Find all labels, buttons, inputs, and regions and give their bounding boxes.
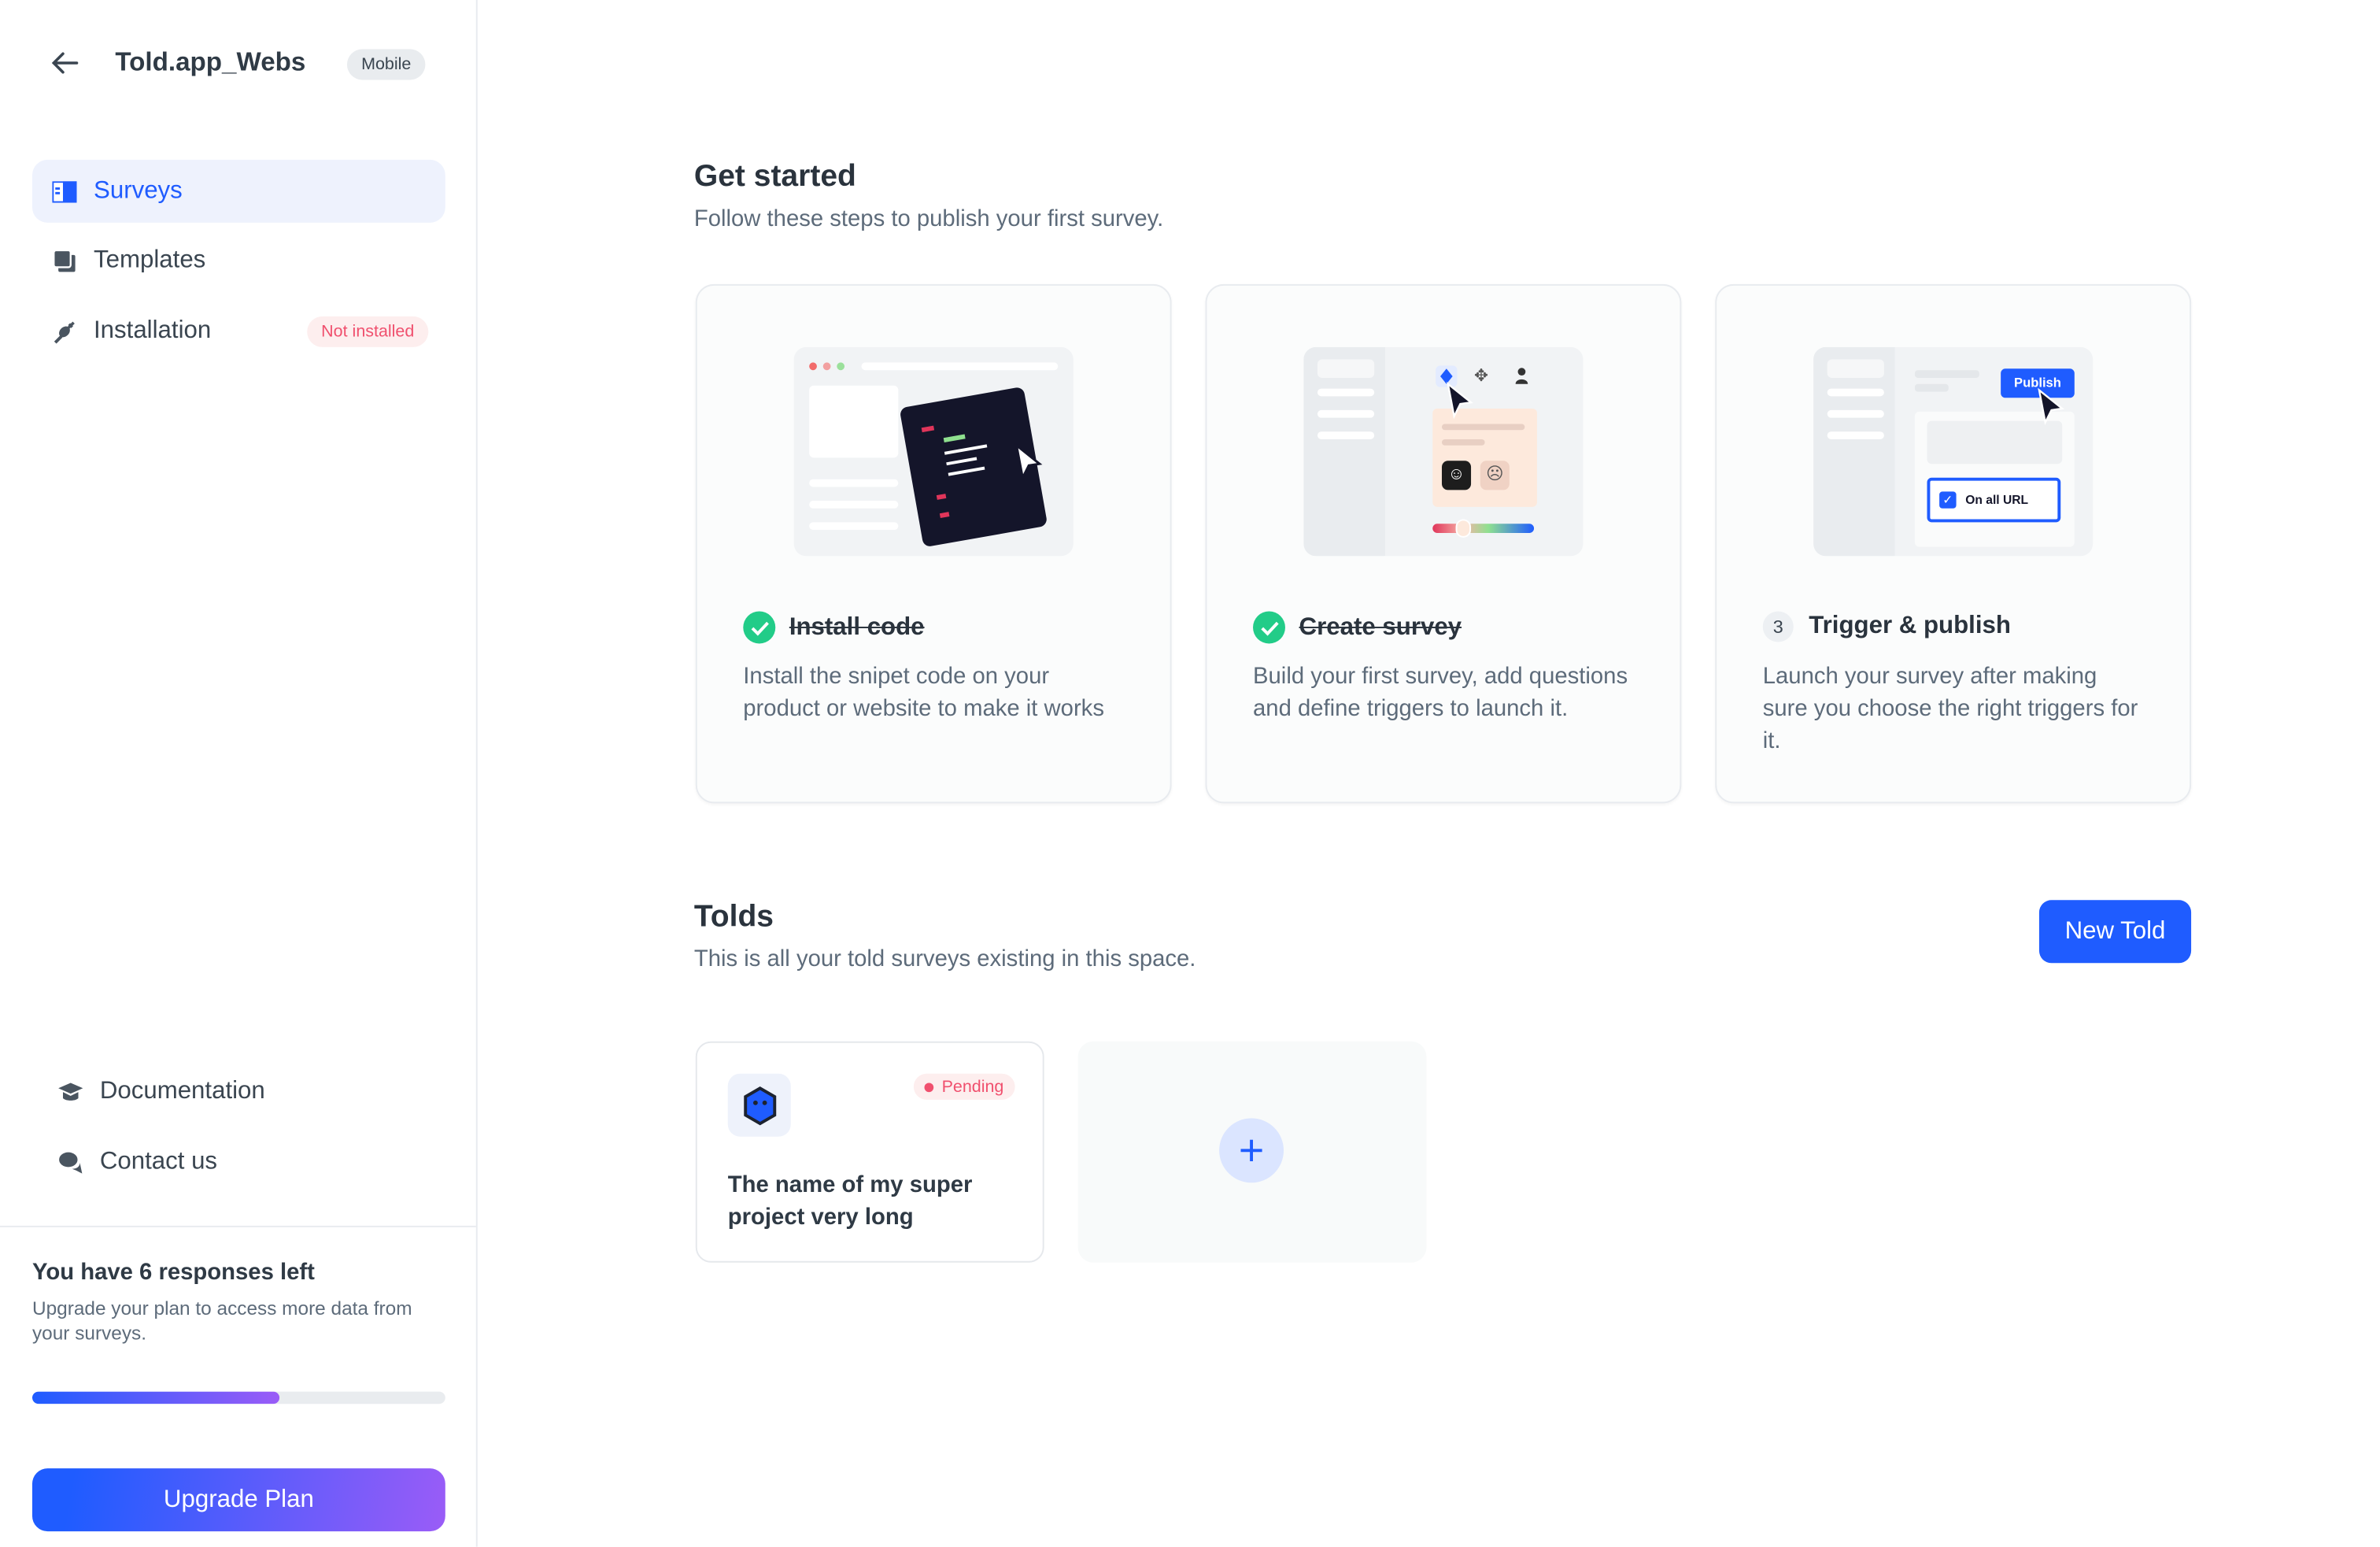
- plus-icon[interactable]: [1219, 1118, 1284, 1183]
- step-card-create-survey[interactable]: ✥ ☺ ☹ Create survey Build your first sur…: [1205, 283, 1682, 804]
- step-description: Launch your survey after making sure you…: [1762, 663, 2138, 754]
- sidebar-item-templates[interactable]: Templates: [32, 229, 445, 292]
- chat-icon: [58, 1149, 83, 1174]
- surveys-icon: [52, 179, 77, 203]
- cursor-icon: [2038, 387, 2065, 426]
- usage-progress-bar: [31, 1391, 445, 1405]
- divider: [0, 1225, 476, 1227]
- step-card-install-code[interactable]: Install code Install the snipet code on …: [695, 283, 1172, 804]
- cursor-icon: [1447, 381, 1473, 420]
- check-circle-icon: [743, 611, 776, 644]
- step-title: Create survey: [1299, 613, 1462, 640]
- usage-progress-fill: [31, 1391, 280, 1405]
- tolds-subtitle: This is all your told surveys existing i…: [693, 946, 1196, 972]
- checkbox-checked-icon: ✓: [1939, 491, 1957, 509]
- templates-icon: [52, 248, 76, 272]
- step-number: 3: [1762, 611, 1794, 642]
- sidebar-item-surveys[interactable]: Surveys: [31, 159, 445, 223]
- install-code-illustration: [793, 346, 1074, 557]
- sidebar-item-documentation[interactable]: Documentation: [39, 1060, 452, 1123]
- status-badge: Pending: [913, 1073, 1015, 1100]
- step-description: Build your first survey, add questions a…: [1253, 663, 1628, 722]
- add-told-card[interactable]: [1077, 1041, 1427, 1263]
- cursor-icon: [1014, 442, 1043, 482]
- sidebar-item-label: Installation: [94, 316, 212, 344]
- tolds-title: Tolds: [693, 900, 774, 934]
- step-title: Install code: [789, 613, 925, 640]
- step-title: Trigger & publish: [1809, 613, 2011, 639]
- get-started-title: Get started: [693, 159, 856, 194]
- platform-badge: Mobile: [346, 49, 426, 80]
- status-dot: [925, 1082, 934, 1092]
- hexagon-mascot-icon: [743, 1086, 776, 1125]
- sidebar-item-contact[interactable]: Contact us: [39, 1131, 452, 1194]
- sidebar-item-label: Documentation: [99, 1077, 265, 1104]
- graduation-cap-icon: [58, 1079, 83, 1104]
- trigger-publish-illustration: Publish ✓ On all URL: [1813, 346, 2094, 557]
- step-card-trigger-publish[interactable]: Publish ✓ On all URL 3 Trigger & publish…: [1715, 283, 2192, 804]
- sidebar-item-label: Contact us: [99, 1148, 218, 1175]
- told-card[interactable]: Pending The name of my super project ver…: [695, 1041, 1044, 1263]
- create-survey-illustration: ✥ ☺ ☹: [1303, 346, 1584, 557]
- told-name: The name of my super project very long: [727, 1171, 973, 1231]
- new-told-button[interactable]: New Told: [2038, 900, 2192, 964]
- plan-title: You have 6 responses left: [31, 1259, 315, 1286]
- upgrade-plan-button[interactable]: Upgrade Plan: [31, 1468, 445, 1532]
- checkbox-graphic-label: On all URL: [1965, 493, 2029, 507]
- sidebar-item-label: Templates: [94, 246, 206, 273]
- sidebar: Told.app_Webs Mobile Surveys Templates I…: [0, 0, 478, 1547]
- step-description: Install the snipet code on your product …: [743, 663, 1104, 722]
- not-installed-badge: Not installed: [307, 316, 429, 347]
- check-circle-icon: [1253, 611, 1285, 644]
- sidebar-item-label: Surveys: [94, 177, 183, 204]
- plug-icon: [52, 319, 76, 343]
- told-avatar: [727, 1073, 791, 1137]
- project-title: Told.app_Webs: [115, 47, 306, 77]
- plan-description: Upgrade your plan to access more data fr…: [31, 1297, 412, 1345]
- back-arrow-icon[interactable]: [47, 49, 81, 76]
- get-started-subtitle: Follow these steps to publish your first…: [693, 205, 1164, 232]
